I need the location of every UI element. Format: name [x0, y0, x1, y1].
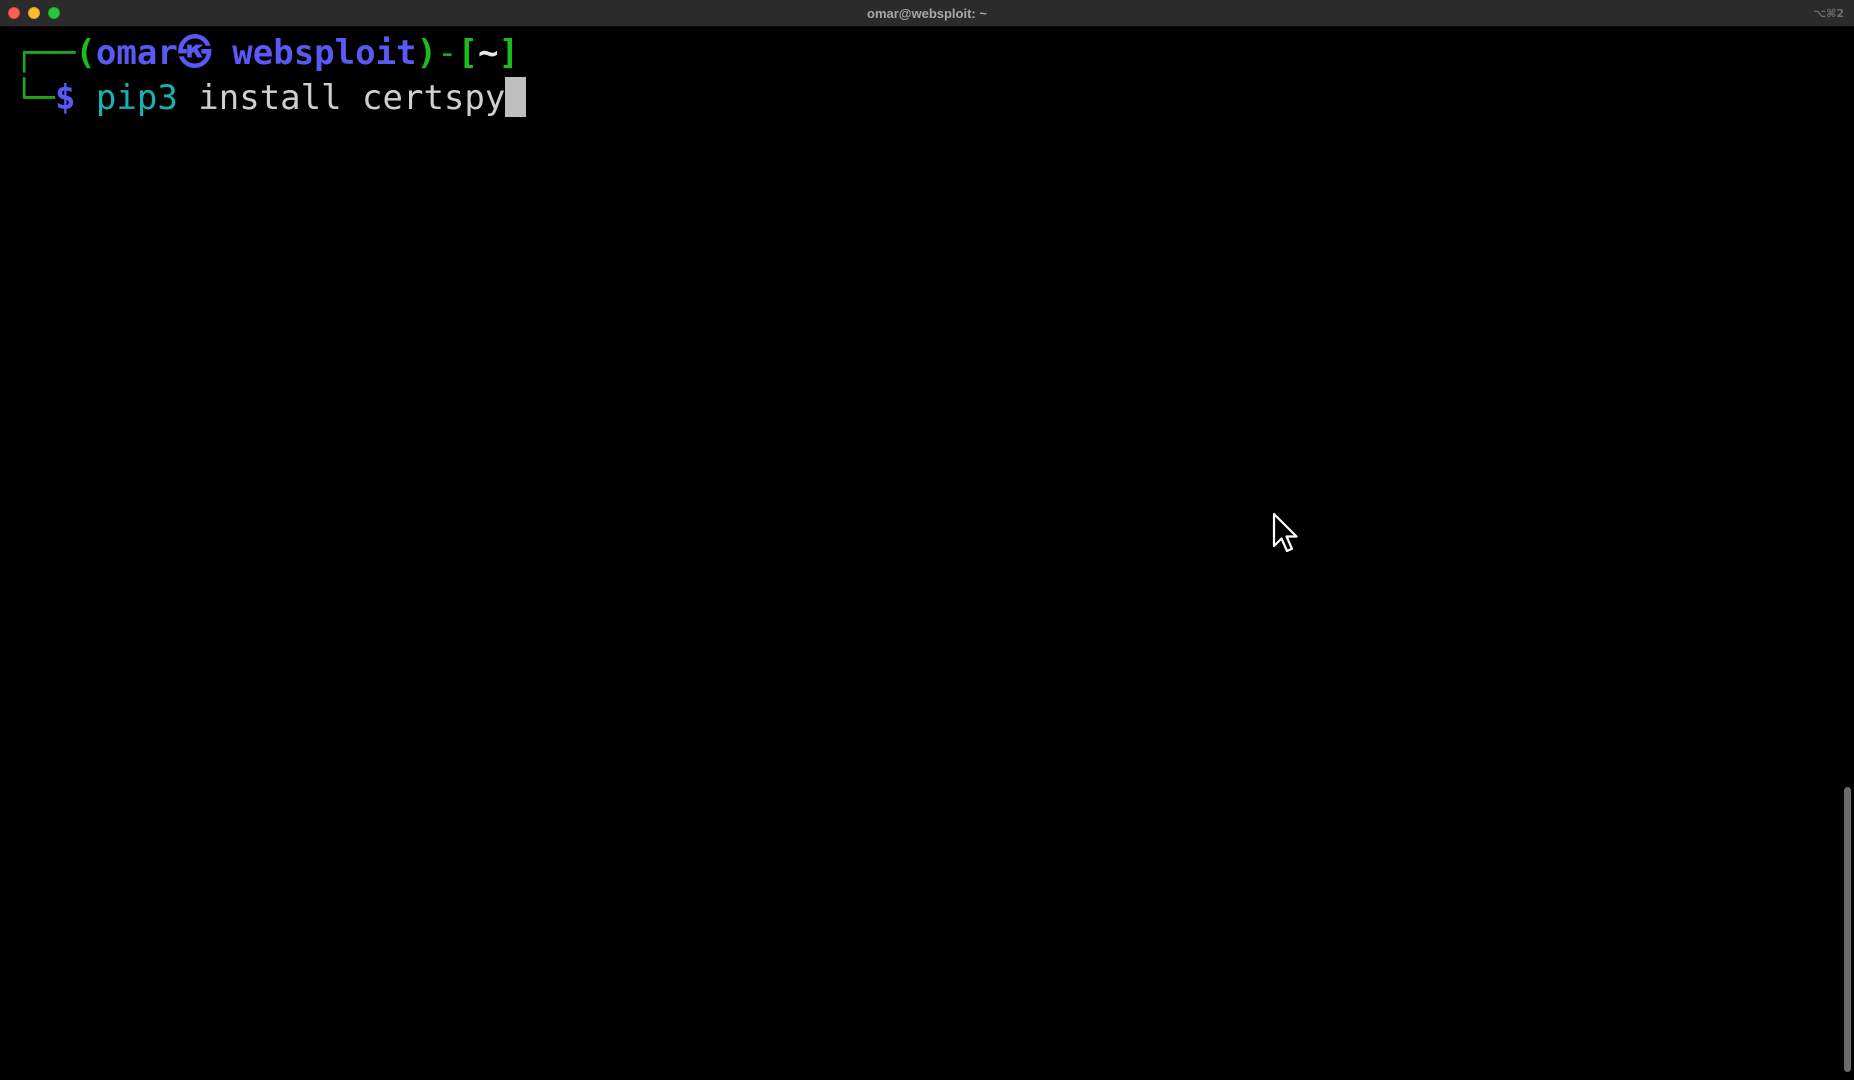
prompt-separator: ㉿ — [177, 33, 212, 73]
window-title: omar@websploit: ~ — [867, 6, 987, 21]
prompt-open-bracket: [ — [457, 33, 478, 73]
prompt-close-bracket: ] — [498, 33, 519, 73]
prompt-dash: - — [437, 33, 458, 73]
prompt-close-paren: ) — [416, 33, 437, 73]
mouse-pointer-icon — [1272, 512, 1298, 553]
scrollbar-thumb[interactable] — [1844, 787, 1851, 1072]
text-cursor — [505, 77, 527, 117]
command-line[interactable]: └─$ pip3 install certspy — [14, 76, 527, 120]
scrollbar[interactable] — [1839, 27, 1854, 1080]
command-name: pip3 — [95, 78, 178, 118]
prompt-open-paren: ( — [75, 33, 96, 73]
window-shortcut-label: ⌥⌘2 — [1813, 7, 1844, 20]
command-arguments: install certspy — [198, 78, 506, 118]
terminal-window: omar@websploit: ~ ⌥⌘2 ┌──(omar㉿ websploi… — [0, 0, 1854, 1080]
prompt-line: ┌──(omar㉿ websploit)-[~] — [14, 31, 519, 75]
prompt-user: omar — [95, 33, 178, 73]
prompt-box-top: ┌── — [14, 33, 76, 73]
prompt-symbol: $ — [54, 78, 76, 118]
prompt-cwd: ~ — [477, 33, 499, 73]
prompt-host: websploit — [232, 33, 417, 73]
title-bar: omar@websploit: ~ ⌥⌘2 — [0, 0, 1854, 27]
terminal-content[interactable]: ┌──(omar㉿ websploit)-[~] └─$ pip3 instal… — [0, 27, 1854, 1080]
prompt-box-bottom: └─ — [14, 78, 55, 118]
